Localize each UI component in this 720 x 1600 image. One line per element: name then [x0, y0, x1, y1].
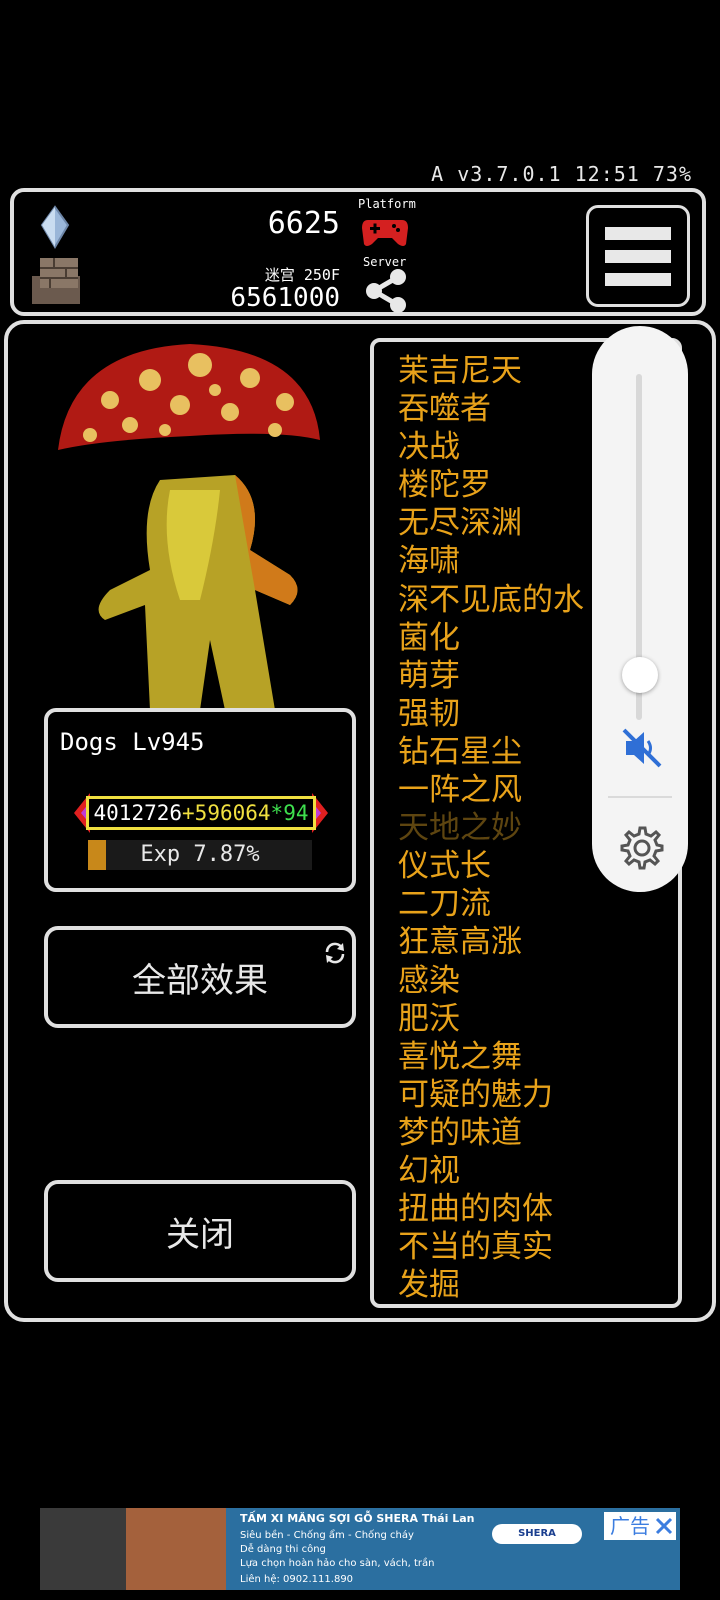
gear-icon[interactable] [618, 824, 664, 870]
effect-item[interactable]: 幻视 [398, 1152, 584, 1190]
exp-text: Exp 7.87% [140, 842, 260, 867]
effect-item[interactable]: 无尽深渊 [398, 504, 584, 542]
ad-line-3: Lựa chọn hoàn hảo cho sàn, vách, trần [240, 1558, 435, 1569]
monster-hp-bar: 4012726 +596064 *94 [86, 796, 316, 830]
ad-phone: Liên hệ: 0902.111.890 [240, 1574, 354, 1585]
maze-floor-label: 迷宫 250F [264, 266, 340, 284]
effect-item[interactable]: 狂意高涨 [398, 923, 584, 961]
effect-item[interactable]: 肥沃 [398, 1000, 584, 1038]
hp-base-value: 4012726 [93, 801, 183, 825]
effect-item[interactable]: 不当的真实 [398, 1228, 584, 1266]
dungeon-wall-icon [32, 258, 80, 304]
effect-item[interactable]: 一阵之风 [398, 771, 584, 809]
menu-bar-icon [605, 226, 671, 240]
effect-item[interactable]: 喜悦之舞 [398, 1038, 584, 1076]
server-share-icon[interactable] [362, 268, 410, 314]
effect-item[interactable]: 感染 [398, 962, 584, 1000]
effect-item[interactable]: 苿吉尼天 [398, 352, 584, 390]
close-button[interactable]: 关闭 [44, 1180, 356, 1282]
effect-item[interactable]: 海啸 [398, 542, 584, 580]
gem-count: 6625 [267, 206, 340, 241]
volume-muted-icon[interactable] [620, 726, 664, 770]
effect-item[interactable]: 梦的味道 [398, 1114, 584, 1152]
effect-item[interactable]: 菌化 [398, 619, 584, 657]
platform-label: Platform [358, 197, 416, 211]
ad-close-icon[interactable] [654, 1516, 674, 1536]
server-label: Server [363, 255, 407, 269]
effect-item[interactable]: 扭曲的肉体 [398, 1190, 584, 1228]
effects-list[interactable]: 苿吉尼天 吞噬者 决战 楼陀罗 无尽深渊 海啸 深不见底的水 菌化 萌芽 强韧 钻石星尘 一阵之风 天地… [398, 352, 584, 1304]
refresh-icon[interactable] [322, 940, 348, 966]
effect-item[interactable]: 深不见底的水 [398, 581, 584, 619]
effect-item[interactable]: 天地之妙 [398, 809, 584, 847]
effect-item[interactable]: 决战 [398, 428, 584, 466]
effect-item[interactable]: 萌芽 [398, 657, 584, 695]
volume-slider-thumb[interactable] [622, 657, 658, 693]
ad-line-2: Dễ dàng thi công [240, 1544, 326, 1555]
all-effects-button[interactable]: 全部效果 [44, 926, 356, 1028]
effect-item[interactable]: 楼陀罗 [398, 466, 584, 504]
monster-name: Dogs Lv945 [60, 728, 205, 756]
ad-logo: SHERA [492, 1524, 582, 1544]
menu-bar-icon [605, 272, 671, 286]
effect-item[interactable]: 二刀流 [398, 885, 584, 923]
gem-icon [40, 205, 70, 249]
status-text: A v3.7.0.1 12:51 73% [431, 162, 692, 186]
effect-item[interactable]: 发掘 [398, 1266, 584, 1304]
ad-photo [126, 1508, 226, 1590]
effect-item[interactable]: 吞噬者 [398, 390, 584, 428]
effect-item[interactable]: 钻石星尘 [398, 733, 584, 771]
effect-item[interactable]: 可疑的魅力 [398, 1076, 584, 1114]
ad-product-grid [40, 1508, 126, 1590]
hp-multiplier: *94 [270, 801, 309, 825]
maze-value: 6561000 [230, 283, 340, 313]
volume-panel-divider [608, 796, 672, 798]
effect-item[interactable]: 强韧 [398, 695, 584, 733]
mushroom-monster-image [58, 344, 320, 710]
menu-button[interactable] [586, 205, 690, 307]
gamepad-icon[interactable] [360, 214, 410, 250]
effect-item[interactable]: 仪式长 [398, 847, 584, 885]
menu-bar-icon [605, 249, 671, 263]
hp-bonus-value: +596064 [182, 801, 271, 825]
